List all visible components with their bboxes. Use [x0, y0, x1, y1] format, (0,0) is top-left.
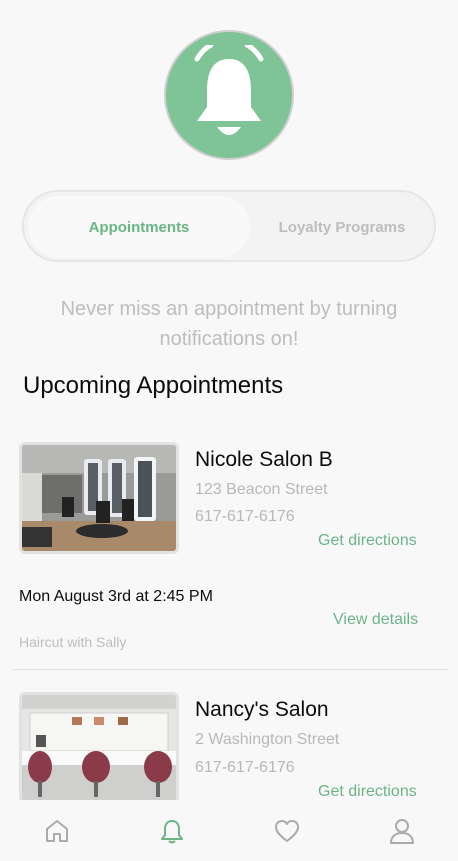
home-icon [46, 820, 68, 842]
bell-icon [161, 820, 183, 844]
salon-photo[interactable] [19, 442, 179, 554]
heart-icon [275, 820, 299, 842]
salon-interior-image [22, 445, 176, 551]
nav-favorites[interactable] [270, 814, 304, 848]
salon-name: Nancy's Salon [195, 698, 329, 721]
bell-icon [194, 45, 264, 135]
salon-address: 2 Washington Street [195, 731, 340, 748]
nav-home[interactable] [40, 814, 74, 848]
get-directions-link[interactable]: Get directions [318, 532, 417, 550]
tab-appointments[interactable]: Appointments [28, 196, 250, 258]
bottom-navigation [0, 800, 458, 861]
user-icon [390, 819, 414, 844]
nav-profile[interactable] [385, 814, 419, 848]
appointment-time: Mon August 3rd at 2:45 PM [19, 588, 213, 605]
notification-hint: Never miss an appointment by turning not… [60, 298, 398, 350]
tab-loyalty-programs[interactable]: Loyalty Programs [252, 196, 432, 258]
notifications-screen: Appointments Loyalty Programs Never miss… [0, 0, 458, 861]
salon-photo[interactable] [19, 692, 179, 804]
section-title: Upcoming Appointments [23, 372, 284, 399]
divider [12, 669, 448, 670]
salon-phone[interactable]: 617-617-6176 [195, 508, 295, 526]
salon-address: 123 Beacon Street [195, 481, 328, 498]
view-details-link[interactable]: View details [333, 611, 418, 629]
salon-name: Nicole Salon B [195, 448, 333, 471]
appointment-service: Haircut with Sally [19, 634, 127, 650]
salon-phone[interactable]: 617-617-6176 [195, 759, 295, 777]
salon-interior-image [22, 695, 176, 801]
nav-notifications[interactable] [155, 814, 189, 848]
segmented-tabs: Appointments Loyalty Programs [22, 190, 436, 262]
notification-bell-badge [164, 30, 294, 160]
get-directions-link[interactable]: Get directions [318, 783, 417, 801]
